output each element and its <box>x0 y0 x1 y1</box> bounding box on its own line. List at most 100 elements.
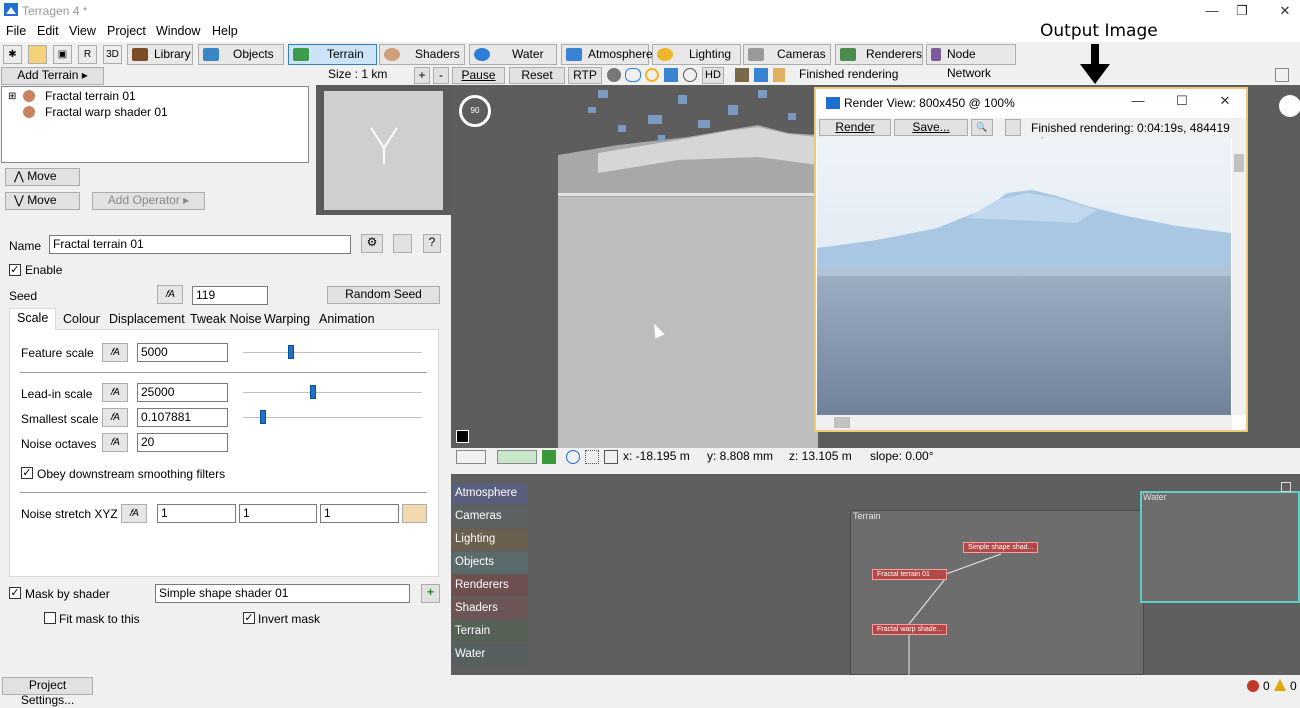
open-folder-icon[interactable] <box>28 45 47 64</box>
category-objects[interactable]: Objects <box>452 552 528 573</box>
menu-view[interactable]: View <box>69 24 96 38</box>
viewport-tools-icon[interactable] <box>497 450 537 464</box>
eye-icon[interactable] <box>566 450 580 464</box>
node-simple-shape-shader[interactable]: Simple shape shad... <box>963 542 1038 553</box>
lead-in-scale-field[interactable]: 25000 <box>137 383 228 402</box>
render-maximize-button[interactable]: ☐ <box>1167 91 1197 111</box>
lead-in-scale-slider[interactable] <box>243 392 422 393</box>
float-panel-icon[interactable] <box>1275 68 1289 82</box>
close-button[interactable]: ✕ <box>1270 1 1300 21</box>
menu-window[interactable]: Window <box>156 24 200 38</box>
zoom-out-button[interactable]: - <box>433 67 449 84</box>
feature-scale-slider-thumb[interactable] <box>288 345 294 359</box>
category-terrain[interactable]: Terrain <box>452 621 528 642</box>
rtp-button[interactable]: RTP <box>568 67 602 84</box>
menu-help[interactable]: Help <box>212 24 238 38</box>
stretch-x-field[interactable]: 1 <box>157 504 236 523</box>
node-network-area[interactable]: Terrain Water Simple shape shad... Fract… <box>451 474 1300 675</box>
smallest-scale-slider-thumb[interactable] <box>260 410 266 424</box>
info-icon[interactable] <box>1005 119 1021 136</box>
add-operator-button[interactable]: Add Operator ▸ <box>92 192 205 210</box>
globe-icon[interactable] <box>683 68 697 82</box>
category-cameras[interactable]: Cameras <box>452 506 528 527</box>
hd-button[interactable]: HD <box>702 67 724 84</box>
3d-preview-icon[interactable]: 3D <box>103 45 122 64</box>
help-button[interactable]: ? <box>423 234 441 253</box>
save-render-button[interactable]: Save... <box>894 119 968 136</box>
category-renderers[interactable]: Renderers <box>452 575 528 596</box>
fit-mask-checkbox[interactable] <box>44 612 56 624</box>
feature-scale-function-button[interactable]: 𝑓A <box>102 343 128 362</box>
walk-icon[interactable] <box>754 68 768 82</box>
smallest-scale-slider[interactable] <box>243 417 422 418</box>
brush-icon[interactable] <box>735 68 749 82</box>
render-vertical-scrollbar[interactable] <box>1232 138 1246 415</box>
render-button[interactable]: Render <box>819 119 891 136</box>
node-view-icon[interactable] <box>393 234 412 253</box>
pin-icon[interactable] <box>773 68 785 82</box>
random-seed-button[interactable]: Random Seed <box>327 286 440 304</box>
octaves-function-button[interactable]: 𝑓A <box>102 433 128 452</box>
lead-in-slider-thumb[interactable] <box>310 385 316 399</box>
tree-item-fractal-warp[interactable]: Fractal warp shader 01 <box>45 105 168 119</box>
category-atmosphere[interactable]: Atmosphere <box>452 483 528 504</box>
fit-view-icon[interactable] <box>585 450 599 464</box>
smallest-scale-function-button[interactable]: 𝑓A <box>102 408 128 427</box>
pause-button[interactable]: Pause <box>452 67 505 84</box>
stretch-z-field[interactable]: 1 <box>320 504 399 523</box>
feature-scale-slider[interactable] <box>243 352 422 353</box>
stretch-function-button[interactable]: 𝑓A <box>121 504 147 523</box>
obey-smoothing-checkbox[interactable]: ✓ <box>21 467 33 479</box>
menu-project[interactable]: Project <box>107 24 146 38</box>
move-down-button[interactable]: ⋁ Move <box>5 192 80 210</box>
node-fractal-warp-shader[interactable]: Fractal warp shade... <box>872 624 947 635</box>
add-terrain-button[interactable]: Add Terrain ▸ <box>1 67 104 85</box>
viewport-icon[interactable] <box>664 68 678 82</box>
noise-octaves-field[interactable]: 20 <box>137 433 228 452</box>
seed-field[interactable]: 119 <box>192 286 268 305</box>
move-up-button[interactable]: ⋀ Move <box>5 168 80 186</box>
tab-animation[interactable]: Animation <box>315 310 379 329</box>
category-lighting[interactable]: Lighting <box>452 529 528 550</box>
name-field[interactable]: Fractal terrain 01 <box>49 235 351 254</box>
tree-item-fractal-terrain[interactable]: Fractal terrain 01 <box>45 89 136 103</box>
new-file-icon[interactable]: ✱ <box>3 45 22 64</box>
feature-scale-field[interactable]: 5000 <box>137 343 228 362</box>
library-button[interactable]: Library <box>127 44 193 65</box>
cameras-button[interactable]: Cameras <box>743 44 831 65</box>
terrain-button[interactable]: Terrain <box>288 44 377 65</box>
tab-warping[interactable]: Warping <box>260 310 314 329</box>
node-network-button[interactable]: Node Network <box>926 44 1016 80</box>
objects-button[interactable]: Objects <box>198 44 284 65</box>
light-gizmo-icon[interactable] <box>1279 95 1300 117</box>
seed-function-button[interactable]: 𝑓A <box>157 285 183 304</box>
render-minimize-button[interactable]: — <box>1123 91 1153 111</box>
category-water[interactable]: Water <box>452 644 528 665</box>
tree-expand-icon[interactable]: ⊞ <box>8 91 16 102</box>
enable-checkbox[interactable]: ✓ <box>9 264 21 276</box>
mask-by-shader-checkbox[interactable]: ✓ <box>9 587 21 599</box>
menu-file[interactable]: File <box>6 24 26 38</box>
slope-tool-icon[interactable] <box>604 450 618 464</box>
renderers-button[interactable]: Renderers <box>835 44 923 65</box>
mask-shader-field[interactable]: Simple shape shader 01 <box>155 584 410 603</box>
add-shader-icon[interactable]: + <box>421 584 440 603</box>
camera-tools-icon[interactable] <box>456 450 486 464</box>
minimize-button[interactable]: — <box>1197 1 1227 21</box>
category-shaders[interactable]: Shaders <box>452 598 528 619</box>
water-button[interactable]: Water <box>469 44 557 65</box>
horizontal-scroll-thumb[interactable] <box>834 417 850 428</box>
zoom-menu-icon[interactable]: 🔍 <box>971 119 993 136</box>
stretch-y-field[interactable]: 1 <box>239 504 317 523</box>
maximize-button[interactable]: ❐ <box>1227 1 1257 21</box>
tab-tweak-noise[interactable]: Tweak Noise <box>186 310 266 329</box>
save-icon[interactable]: ▣ <box>53 45 72 64</box>
smallest-scale-field[interactable]: 0.107881 <box>137 408 228 427</box>
cloud-icon[interactable] <box>625 68 641 82</box>
lead-in-function-button[interactable]: 𝑓A <box>102 383 128 402</box>
refresh-icon[interactable] <box>542 450 556 464</box>
lighting-button[interactable]: Lighting <box>652 44 741 65</box>
tab-colour[interactable]: Colour <box>59 310 104 329</box>
sun-outline-icon[interactable] <box>645 68 659 82</box>
camera-compass-icon[interactable]: 90 <box>459 95 491 127</box>
